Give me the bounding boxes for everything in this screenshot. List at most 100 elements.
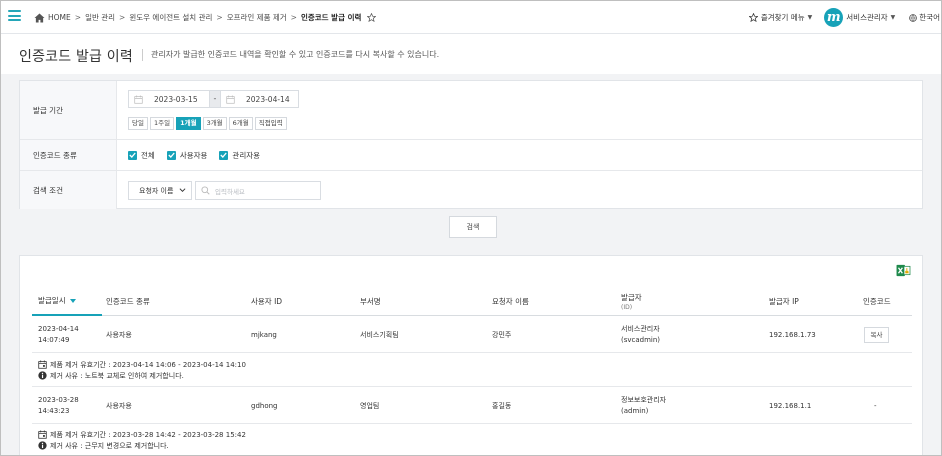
period-1month-button[interactable]: 1개월 <box>176 117 201 130</box>
detail-reason-text: 제거 사유 : 노트북 교체로 인하여 제거합니다. <box>50 371 184 380</box>
column-header-issuer-ip: 발급자 IP <box>769 296 799 306</box>
calendar-icon <box>38 430 47 439</box>
period-custom-button[interactable]: 직접입력 <box>254 117 287 130</box>
home-icon[interactable] <box>34 12 45 23</box>
column-header-date[interactable]: 발급일시 <box>32 286 102 316</box>
cell-date-day: 2023-03-28 <box>38 396 79 404</box>
column-header-code: 인증코드 <box>863 296 891 306</box>
type-label: 인증코드 종류 <box>20 140 117 170</box>
breadcrumb-item[interactable]: 윈도우 에이전트 설치 관리 <box>129 12 212 23</box>
cell-user-id: gdhong <box>251 401 278 410</box>
period-3month-button[interactable]: 3개월 <box>202 117 227 130</box>
excel-download-icon[interactable] <box>896 264 911 277</box>
cell-date-day: 2023-04-14 <box>38 325 79 333</box>
cell-issuer: 서비스관리자 (svcadmin) <box>621 317 660 353</box>
breadcrumb: HOME > 일반 관리 > 윈도우 에이전트 설치 관리 > 오프라인 제품 … <box>34 12 377 23</box>
period-today-button[interactable]: 당일 <box>128 117 148 130</box>
date-range-separator: - <box>210 90 220 108</box>
checkbox-checked-icon <box>166 150 176 160</box>
search-input[interactable]: 입력하세요 <box>195 181 321 200</box>
cell-issuer-id: (admin) <box>621 407 649 415</box>
breadcrumb-item[interactable]: 오프라인 제품 제거 <box>227 12 287 23</box>
table-row: 2023-04-14 14:07:49 사용자용 mjkang 서비스기획팀 강… <box>32 317 912 353</box>
cell-type: 사용자용 <box>106 401 132 410</box>
row-detail: 제품 제거 유효기간 : 2023-04-14 14:06 - 2023-04-… <box>32 354 912 387</box>
column-header-requester: 요청자 이름 <box>492 296 529 306</box>
favorites-menu[interactable]: 즐겨찾기 메뉴 ▼ <box>748 12 813 23</box>
column-header-user-id: 사용자 ID <box>251 296 283 306</box>
cell-dept: 서비스기획팀 <box>360 330 399 339</box>
search-field-select[interactable]: 요청자 이름 <box>128 181 192 200</box>
detail-reason-line: 제거 사유 : 근무지 변경으로 제거합니다. <box>38 440 912 451</box>
caret-down-icon: ▼ <box>807 14 813 21</box>
end-date-value: 2023-04-14 <box>246 94 290 104</box>
detail-reason-text: 제거 사유 : 근무지 변경으로 제거합니다. <box>50 441 169 450</box>
period-6month-button[interactable]: 6개월 <box>228 117 253 130</box>
filter-row-period: 발급 기간 2023-03-15 - 2023-04-14 당일 1주일 1개월 <box>20 81 922 140</box>
cell-date: 2023-04-14 14:07:49 <box>38 317 79 353</box>
filter-row-search: 검색 조건 요청자 이름 입력하세요 <box>20 171 922 209</box>
column-header-issuer-sub: (ID) <box>621 303 633 311</box>
detail-period-line: 제품 제거 유효기간 : 2023-04-14 14:06 - 2023-04-… <box>38 359 912 370</box>
type-admin-checkbox[interactable]: 관리자용 <box>219 150 260 161</box>
breadcrumb-current: 인증코드 발급 이력 <box>300 13 362 22</box>
brand-logo: m <box>824 8 844 27</box>
star-icon <box>748 13 758 22</box>
search-button[interactable]: 검색 <box>449 216 497 238</box>
checkbox-checked-icon <box>219 150 229 160</box>
cell-issuer-name: 서비스관리자 <box>621 325 660 333</box>
user-menu[interactable]: m 서비스관리자 ▼ <box>824 8 895 27</box>
cell-issuer: 정보보호관리자 (admin) <box>621 388 666 424</box>
title-divider <box>142 49 143 61</box>
cell-code: 복사 <box>864 317 889 353</box>
column-header-type: 인증코드 종류 <box>106 296 150 306</box>
breadcrumb-home[interactable]: HOME <box>48 13 71 22</box>
search-icon <box>201 186 210 195</box>
top-bar: HOME > 일반 관리 > 윈도우 에이전트 설치 관리 > 오프라인 제품 … <box>1 1 941 34</box>
checkbox-checked-icon <box>128 150 137 160</box>
detail-period-line: 제품 제거 유효기간 : 2023-03-28 14:42 - 2023-03-… <box>38 429 912 440</box>
calendar-icon <box>226 95 235 104</box>
breadcrumb-separator: > <box>119 13 126 22</box>
period-button-group: 당일 1주일 1개월 3개월 6개월 직접입력 <box>128 117 289 130</box>
main-content: 발급 기간 2023-03-15 - 2023-04-14 당일 1주일 1개월 <box>1 74 941 455</box>
cell-code: - <box>874 401 877 410</box>
breadcrumb-item[interactable]: 일반 관리 <box>85 12 115 23</box>
search-label: 검색 조건 <box>20 171 117 209</box>
type-all-label: 전체 <box>141 150 155 160</box>
language-label: 한국어 <box>919 13 940 22</box>
detail-period-text: 제품 제거 유효기간 : 2023-03-28 14:42 - 2023-03-… <box>50 430 246 439</box>
sort-desc-icon <box>69 298 76 303</box>
cell-date-time: 14:43:23 <box>38 407 70 415</box>
cell-issuer-ip: 192.168.1.1 <box>769 401 812 410</box>
search-controls: 요청자 이름 입력하세요 <box>128 171 528 209</box>
period-1week-button[interactable]: 1주일 <box>149 117 175 130</box>
start-date-value: 2023-03-15 <box>154 94 198 104</box>
row-detail: 제품 제거 유효기간 : 2023-03-28 14:42 - 2023-03-… <box>32 425 912 455</box>
search-field-value: 요청자 이름 <box>139 186 174 195</box>
end-date-input[interactable]: 2023-04-14 <box>220 90 299 108</box>
type-admin-label: 관리자용 <box>232 150 261 160</box>
star-outline-icon[interactable] <box>367 13 377 22</box>
page-title: 인증코드 발급 이력 <box>19 49 133 65</box>
type-user-label: 사용자용 <box>179 150 208 160</box>
copy-code-button[interactable]: 복사 <box>864 327 889 343</box>
calendar-icon <box>38 360 47 369</box>
table-header: 발급일시 인증코드 종류 사용자 ID 부서명 요청자 이름 발급자 (ID) … <box>32 286 912 316</box>
cell-requester: 강민주 <box>492 330 512 339</box>
breadcrumb-separator: > <box>290 13 297 22</box>
hamburger-menu-icon[interactable] <box>8 10 21 21</box>
cell-requester: 홍길동 <box>492 401 512 410</box>
column-header-dept: 부서명 <box>360 296 381 306</box>
language-menu[interactable]: 한국어 <box>909 12 940 23</box>
column-header-date-label: 발급일시 <box>38 295 66 305</box>
cell-date-time: 14:07:49 <box>38 336 70 344</box>
start-date-input[interactable]: 2023-03-15 <box>128 90 210 108</box>
cell-user-id: mjkang <box>251 330 277 339</box>
favorites-label: 즐겨찾기 메뉴 <box>760 13 805 22</box>
type-user-checkbox[interactable]: 사용자용 <box>166 150 208 161</box>
cell-issuer-id: (svcadmin) <box>621 336 661 344</box>
filter-panel: 발급 기간 2023-03-15 - 2023-04-14 당일 1주일 1개월 <box>19 80 923 209</box>
type-all-checkbox[interactable]: 전체 <box>128 150 155 161</box>
page-description: 관리자가 발급한 인증코드 내역을 확인할 수 있고 인증코드를 다시 복사할 … <box>151 50 440 59</box>
